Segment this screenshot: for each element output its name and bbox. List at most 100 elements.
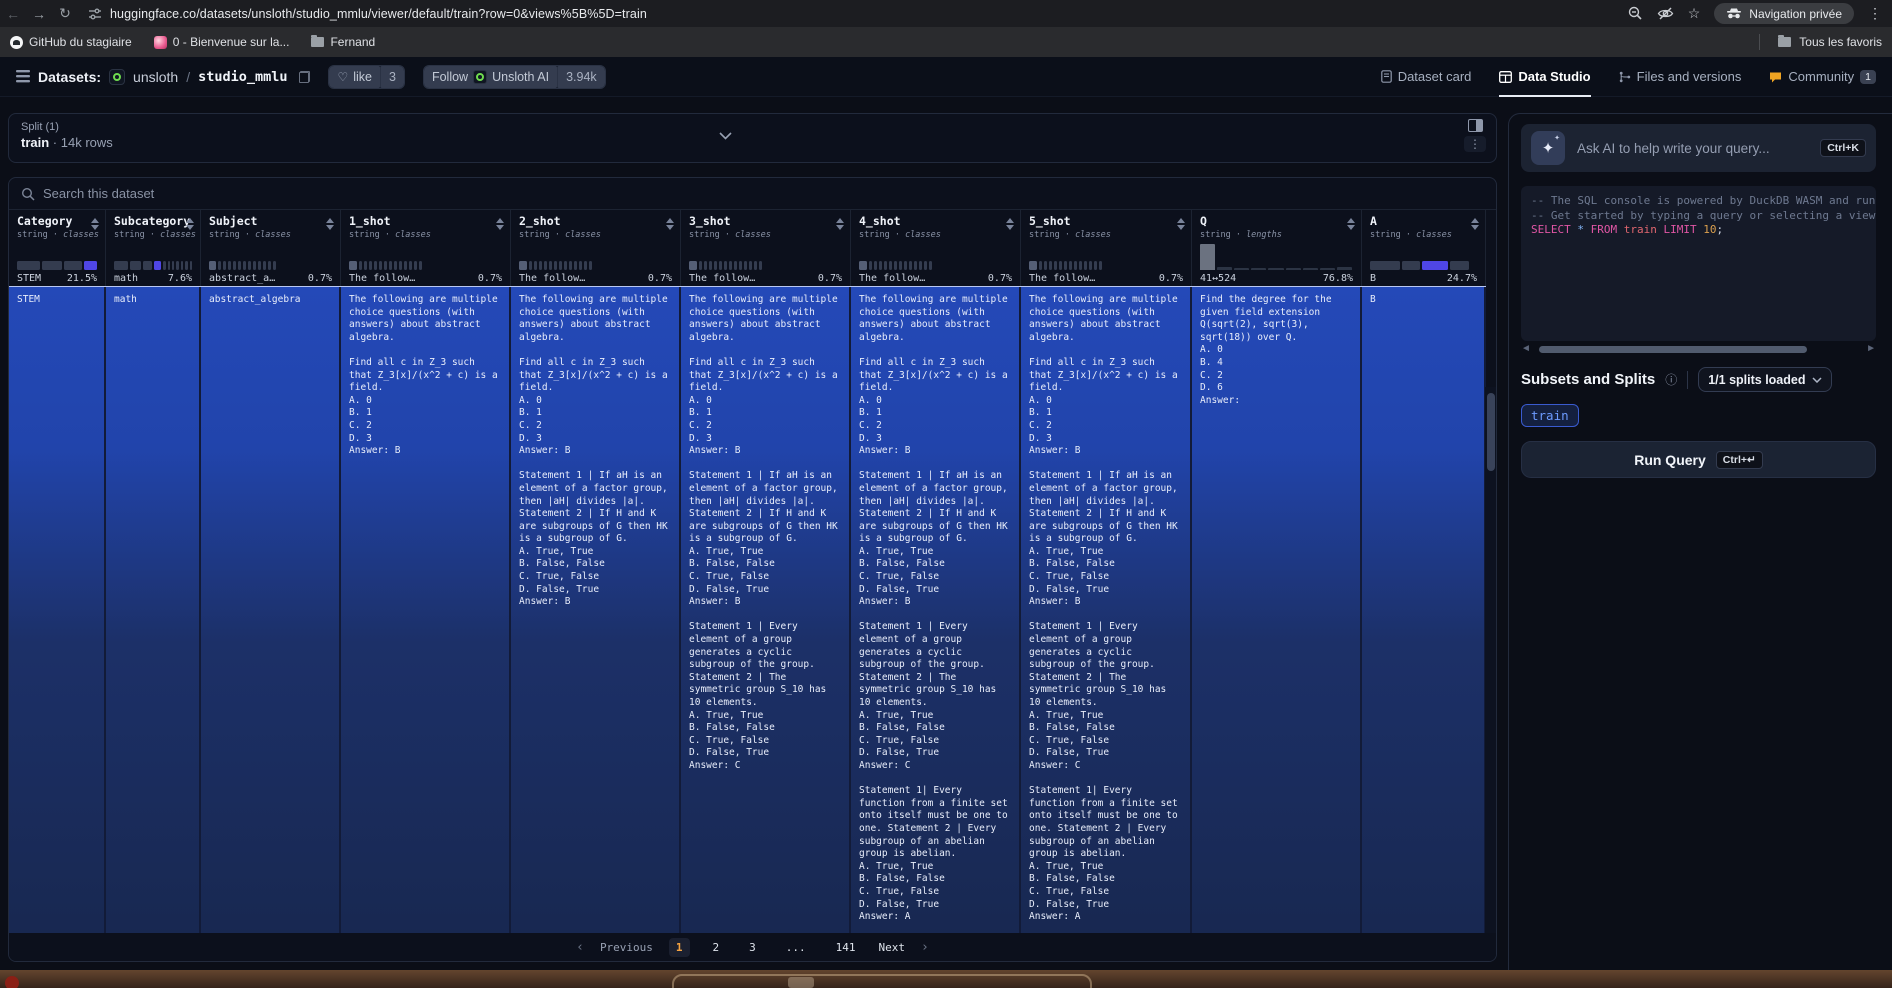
sort-icon[interactable] <box>836 218 844 230</box>
page-button-2[interactable]: 2 <box>706 938 727 957</box>
ask-ai-input[interactable] <box>1577 141 1808 156</box>
table-cell-5_shot[interactable]: The following are multiple choice questi… <box>1021 287 1192 935</box>
search-input[interactable] <box>43 186 443 201</box>
sort-icon[interactable] <box>1347 218 1355 230</box>
sql-token <box>1657 223 1664 236</box>
like-button[interactable]: ♡like 3 <box>328 65 404 89</box>
bookmark-item[interactable]: 0 - Bienvenue sur la... <box>154 35 290 49</box>
scroll-left-icon[interactable]: ◄ <box>1521 343 1531 355</box>
bookmark-item[interactable]: GitHub du stagiaire <box>10 35 132 49</box>
column-header-2_shot[interactable]: 2_shotstring · classes <box>511 210 681 242</box>
incognito-icon <box>1726 8 1742 19</box>
class-segment <box>379 261 382 270</box>
follow-count[interactable]: 3.94k <box>557 66 605 88</box>
github-favicon <box>10 36 23 49</box>
copy-icon[interactable] <box>299 71 310 83</box>
table-cell-a[interactable]: B <box>1362 287 1486 935</box>
sql-editor[interactable]: -- The SQL console is powered by DuckDB … <box>1521 186 1876 341</box>
tab-dataset-card[interactable]: Dataset card <box>1381 57 1472 97</box>
sort-icon[interactable] <box>666 218 674 230</box>
scroll-right-icon[interactable]: ► <box>1866 343 1876 355</box>
reload-icon[interactable]: ↻ <box>52 5 78 22</box>
table-cell-2_shot[interactable]: The following are multiple choice questi… <box>511 287 681 935</box>
column-header-a[interactable]: Astring · classes <box>1362 210 1486 242</box>
column-header-4_shot[interactable]: 4_shotstring · classes <box>851 210 1021 242</box>
page-button-3[interactable]: 3 <box>742 938 763 957</box>
class-segment <box>584 261 587 270</box>
run-query-button[interactable]: Run Query Ctrl+↵ <box>1521 441 1876 478</box>
table-cell-4_shot[interactable]: The following are multiple choice questi… <box>851 287 1021 935</box>
previous-page-button[interactable]: Previous <box>600 941 653 954</box>
train-split-chip[interactable]: train <box>1521 404 1579 427</box>
class-segment <box>42 261 63 270</box>
stat-top-class: math <box>114 273 138 284</box>
table-cell-subcategory[interactable]: math <box>106 287 201 935</box>
like-count[interactable]: 3 <box>380 66 404 88</box>
bookmark-star-icon[interactable]: ☆ <box>1688 5 1701 22</box>
sort-icon[interactable] <box>1006 218 1014 230</box>
zoom-out-icon[interactable] <box>1628 6 1643 21</box>
sort-icon[interactable] <box>91 218 99 230</box>
org-avatar[interactable] <box>109 69 125 85</box>
split-value: train · 14k rows <box>21 135 1484 150</box>
table-selected-row[interactable]: STEMmathabstract_algebraThe following ar… <box>9 286 1486 935</box>
sort-icon[interactable] <box>1471 218 1479 230</box>
histogram-bar <box>1303 268 1318 270</box>
column-header-1_shot[interactable]: 1_shotstring · classes <box>341 210 511 242</box>
sort-icon[interactable] <box>496 218 504 230</box>
column-header-subcategory[interactable]: Subcategorystring · classes <box>106 210 201 242</box>
tab-community[interactable]: Community1 <box>1769 57 1876 97</box>
class-segment <box>709 261 712 270</box>
site-settings-icon[interactable] <box>88 7 102 21</box>
column-header-3_shot[interactable]: 3_shotstring · classes <box>681 210 851 242</box>
info-icon[interactable]: ⓘ <box>1665 371 1677 388</box>
sql-horizontal-scrollbar[interactable]: ◄ ► <box>1521 343 1876 355</box>
column-dtype: string · classes <box>689 230 844 240</box>
repo-link[interactable]: studio_mmlu <box>198 69 287 85</box>
forward-icon[interactable]: → <box>26 6 52 22</box>
page-button-...[interactable]: ... <box>779 938 813 957</box>
preview-hidden-icon[interactable] <box>1657 6 1674 21</box>
split-selector[interactable]: Split (1) train · 14k rows ⋮ <box>8 113 1497 163</box>
column-header-category[interactable]: Categorystring · classes <box>9 210 106 242</box>
slash: / <box>186 69 190 85</box>
more-options-icon[interactable]: ⋮ <box>1464 136 1486 152</box>
table-cell-q[interactable]: Find the degree for the given field exte… <box>1192 287 1362 935</box>
next-page-button[interactable]: Next <box>879 941 906 954</box>
scrollbar-thumb[interactable] <box>1539 346 1807 353</box>
follow-label: Follow <box>432 70 468 84</box>
column-header-subject[interactable]: Subjectstring · classes <box>201 210 341 242</box>
tab-label: Data Studio <box>1518 69 1590 84</box>
datasets-icon <box>16 70 30 83</box>
follow-button[interactable]: FollowUnsloth AI 3.94k <box>423 65 606 89</box>
table-cell-3_shot[interactable]: The following are multiple choice questi… <box>681 287 851 935</box>
class-segment <box>263 261 266 270</box>
splits-loaded-dropdown[interactable]: 1/1 splits loaded <box>1698 367 1832 392</box>
column-header-q[interactable]: Qstring · lengths <box>1192 210 1362 242</box>
stats-label-row: The follow…0.7% <box>1029 273 1183 284</box>
sort-icon[interactable] <box>326 218 334 230</box>
toggle-panel-icon[interactable] <box>1468 119 1483 132</box>
previous-arrow-icon[interactable]: ‹ <box>576 940 584 955</box>
ask-ai-box[interactable]: ✦ Ctrl+K <box>1521 124 1876 172</box>
page-button-1[interactable]: 1 <box>669 938 690 957</box>
column-header-5_shot[interactable]: 5_shotstring · classes <box>1021 210 1192 242</box>
all-bookmarks-button[interactable]: Tous les favoris <box>1799 35 1882 49</box>
bookmark-item[interactable]: Fernand <box>311 35 375 49</box>
table-cell-subject[interactable]: abstract_algebra <box>201 287 341 935</box>
table-cell-category[interactable]: STEM <box>9 287 106 935</box>
url-field[interactable]: huggingface.co/datasets/unsloth/studio_m… <box>110 7 647 21</box>
scrollbar-thumb[interactable] <box>1487 393 1495 471</box>
next-arrow-icon[interactable]: › <box>921 940 929 955</box>
class-segment <box>1370 261 1400 270</box>
sort-icon[interactable] <box>186 218 194 230</box>
table-cell-1_shot[interactable]: The following are multiple choice questi… <box>341 287 511 935</box>
browser-menu-icon[interactable]: ⋮ <box>1868 5 1882 22</box>
table-vertical-scrollbar[interactable] <box>1485 387 1496 933</box>
back-icon[interactable]: ← <box>0 6 26 22</box>
sort-icon[interactable] <box>1177 218 1185 230</box>
tab-files-and-versions[interactable]: Files and versions <box>1619 57 1742 97</box>
page-button-141[interactable]: 141 <box>829 938 863 957</box>
org-link[interactable]: unsloth <box>133 69 178 85</box>
tab-data-studio[interactable]: Data Studio <box>1499 57 1590 97</box>
